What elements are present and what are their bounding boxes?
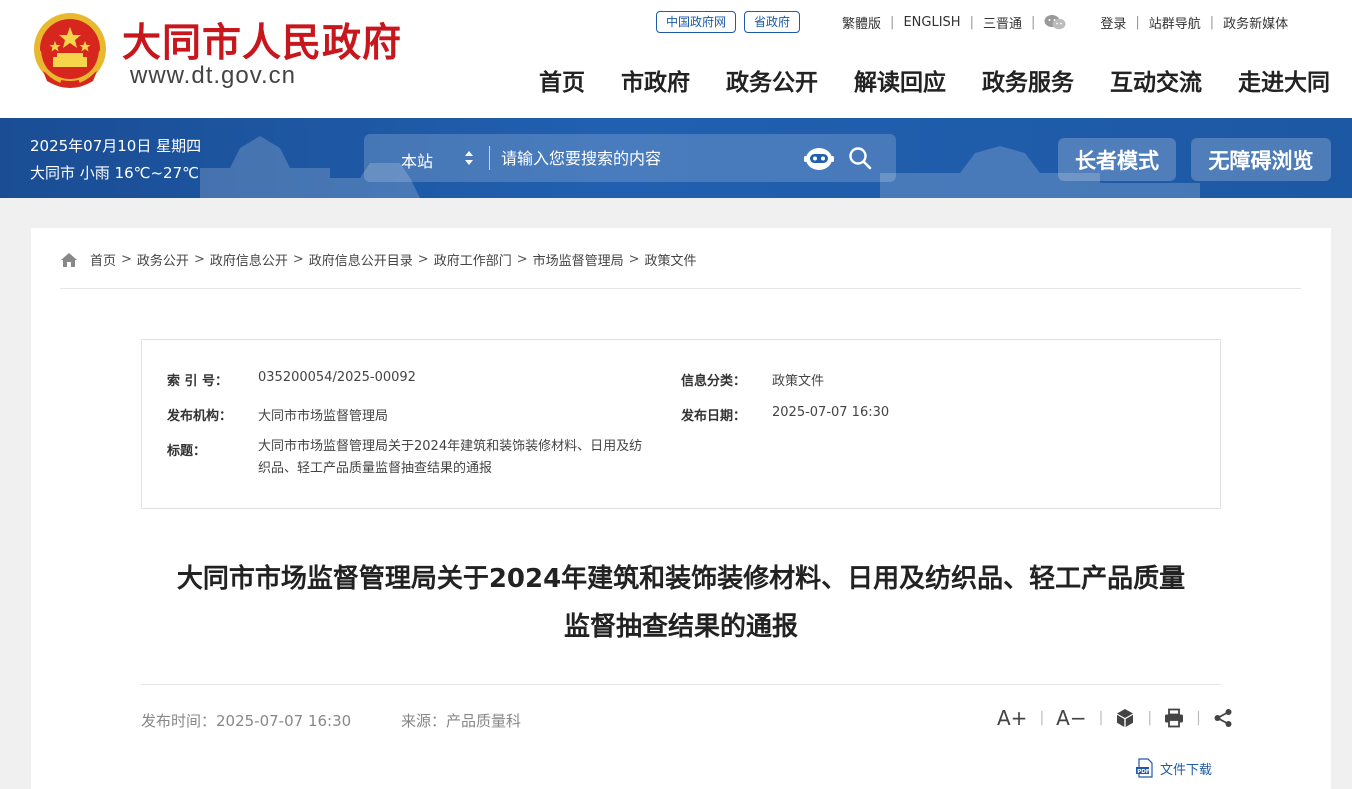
breadcrumb-policy-docs[interactable]: 政策文件 bbox=[645, 250, 697, 269]
national-emblem-icon[interactable] bbox=[31, 11, 109, 91]
article-title-line-1: 大同市市场监督管理局关于2024年建筑和装饰装修材料、日用及纺织品、轻工产品质量 bbox=[176, 564, 1186, 594]
publish-date-label: 发布日期： bbox=[681, 409, 747, 424]
svg-text:PDF: PDF bbox=[1137, 769, 1150, 775]
top-links: 中国政府网 省政府 繁體版 | ENGLISH | 三晋通 | 登录 | 站群导… bbox=[656, 10, 1288, 34]
traditional-chinese-link[interactable]: 繁體版 bbox=[842, 13, 881, 32]
content-panel: 首页 > 政务公开 > 政府信息公开 > 政府信息公开目录 > 政府工作部门 >… bbox=[31, 228, 1331, 789]
breadcrumb-gov-departments[interactable]: 政府工作部门 bbox=[434, 250, 512, 269]
breadcrumb-gov-info[interactable]: 政府信息公开 bbox=[210, 250, 288, 269]
sanjintong-link[interactable]: 三晋通 bbox=[983, 13, 1022, 32]
cube-icon[interactable] bbox=[1115, 708, 1135, 728]
print-icon[interactable] bbox=[1164, 708, 1184, 728]
title-label: 标题： bbox=[167, 444, 207, 459]
breadcrumb-divider bbox=[60, 288, 1301, 289]
publisher-label: 发布机构： bbox=[167, 409, 233, 424]
breadcrumb-gov-affairs[interactable]: 政务公开 bbox=[137, 250, 189, 269]
current-date: 2025年07月10日 星期四 bbox=[30, 137, 202, 155]
nav-item-gov-service[interactable]: 政务服务 bbox=[982, 63, 1074, 97]
login-link[interactable]: 登录 bbox=[1100, 13, 1126, 32]
sitemap-link[interactable]: 站群导航 bbox=[1149, 13, 1201, 32]
nav-item-interaction[interactable]: 互动交流 bbox=[1110, 63, 1202, 97]
breadcrumb-market-regulation[interactable]: 市场监督管理局 bbox=[533, 250, 624, 269]
nav-item-interpretation[interactable]: 解读回应 bbox=[854, 63, 946, 97]
new-media-link[interactable]: 政务新媒体 bbox=[1223, 13, 1288, 32]
share-icon[interactable] bbox=[1213, 708, 1233, 728]
index-number-value: 035200054/2025-00092 bbox=[258, 370, 416, 385]
elder-mode-button[interactable]: 长者模式 bbox=[1058, 138, 1176, 181]
title-value: 大同市市场监督管理局关于2024年建筑和装饰装修材料、日用及纺织品、轻工产品质量… bbox=[258, 439, 643, 476]
font-smaller-button[interactable]: A− bbox=[1056, 706, 1086, 730]
up-down-arrow-icon[interactable] bbox=[464, 148, 474, 168]
accessible-browse-button[interactable]: 无障碍浏览 bbox=[1191, 138, 1331, 181]
publish-date-value: 2025-07-07 16:30 bbox=[772, 405, 890, 420]
article-source: 来源：产品质量科 bbox=[401, 712, 522, 730]
index-number-label: 索 引 号： bbox=[167, 374, 229, 389]
search-input[interactable] bbox=[501, 142, 791, 174]
site-name[interactable]: 大同市人民政府 bbox=[122, 12, 402, 68]
nav-item-home[interactable]: 首页 bbox=[539, 63, 585, 97]
search-scope-select[interactable]: 本站 bbox=[401, 148, 433, 172]
nav-item-gov-affairs[interactable]: 政务公开 bbox=[726, 63, 818, 97]
site-header: 大同市人民政府 www.dt.gov.cn 中国政府网 省政府 繁體版 | EN… bbox=[0, 0, 1352, 118]
article-title-line-2: 监督抽查结果的通报 bbox=[563, 612, 798, 642]
pdf-icon: PDF bbox=[1136, 758, 1153, 778]
site-url: www.dt.gov.cn bbox=[130, 62, 296, 89]
breadcrumb-home[interactable]: 首页 bbox=[90, 250, 116, 269]
nav-item-about-datong[interactable]: 走进大同 bbox=[1238, 63, 1330, 97]
wechat-icon[interactable] bbox=[1044, 14, 1066, 30]
weather-info: 大同市 小雨 16℃~27℃ bbox=[30, 164, 199, 182]
file-download-link[interactable]: PDF 文件下载 bbox=[1135, 758, 1212, 778]
province-gov-link[interactable]: 省政府 bbox=[744, 11, 801, 33]
breadcrumb: 首页 > 政务公开 > 政府信息公开 > 政府信息公开目录 > 政府工作部门 >… bbox=[60, 250, 697, 269]
gov-cn-link[interactable]: 中国政府网 bbox=[656, 11, 737, 33]
search-icon[interactable] bbox=[848, 146, 872, 170]
nav-item-city-gov[interactable]: 市政府 bbox=[621, 63, 690, 97]
publish-time: 发布时间：2025-07-07 16:30 bbox=[141, 712, 352, 730]
blue-banner: 2025年07月10日 星期四 大同市 小雨 16℃~27℃ 本站 长者模式 无… bbox=[0, 118, 1352, 198]
search-box: 本站 bbox=[364, 134, 896, 182]
category-label: 信息分类： bbox=[681, 374, 747, 389]
document-meta-box: 索 引 号： 035200054/2025-00092 信息分类： 政策文件 发… bbox=[141, 339, 1221, 509]
home-icon[interactable] bbox=[60, 252, 78, 268]
publisher-value: 大同市市场监督管理局 bbox=[258, 409, 389, 424]
category-value: 政策文件 bbox=[772, 374, 825, 389]
article-title: 大同市市场监督管理局关于2024年建筑和装饰装修材料、日用及纺织品、轻工产品质量… bbox=[141, 555, 1221, 651]
file-download-label: 文件下载 bbox=[1160, 762, 1213, 778]
main-nav: 首页 市政府 政务公开 解读回应 政务服务 互动交流 走进大同 bbox=[539, 63, 1330, 97]
article-tools: A+ | A− | | | bbox=[997, 706, 1233, 730]
robot-assistant-icon[interactable] bbox=[804, 144, 834, 172]
english-link[interactable]: ENGLISH bbox=[903, 15, 960, 30]
font-larger-button[interactable]: A+ bbox=[997, 706, 1027, 730]
breadcrumb-gov-info-catalog[interactable]: 政府信息公开目录 bbox=[309, 250, 413, 269]
article-info-divider bbox=[141, 684, 1221, 685]
